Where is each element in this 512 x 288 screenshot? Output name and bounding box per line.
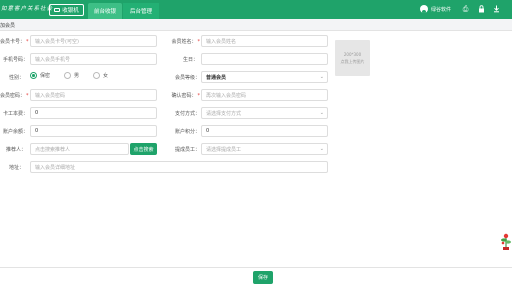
search-referrer-button[interactable]: 点击搜索 [130,143,157,155]
print-icon[interactable]: ⎙ [462,5,469,13]
points-label: 账户积分： [174,129,200,135]
gender-option-secret[interactable]: 保密 [30,72,50,79]
phone-label: 手机号码： [2,57,28,63]
store-name: 绿谷软件 [431,6,452,13]
address-input[interactable]: 输入会员详细地址 [30,161,328,173]
cashier-button[interactable]: 收银机 [49,4,84,16]
gender-option-male[interactable]: 男 [64,72,79,79]
payment-label: 支付方式： [174,111,200,117]
card-fee-input[interactable]: 0 [30,107,157,119]
card-no-label: 会员卡号：* [0,39,29,45]
page-title: 加会员 [0,23,16,29]
referrer-label: 推荐人： [5,147,26,153]
lock-icon[interactable] [478,5,485,13]
photo-size: 200*300 [343,52,362,57]
chevron-down-icon: ⌄ [319,74,324,80]
card-fee-label: 卡工本费： [2,111,28,117]
store-account[interactable]: 绿谷软件 [420,5,451,13]
cashier-icon [54,8,61,12]
birthday-label: 生日： [182,57,198,63]
photo-upload[interactable]: 200*300 点我上传图片 [335,40,370,76]
radio-checked-icon [30,72,37,79]
level-select[interactable]: 普通会员 ⌄ [201,71,328,83]
top-navbar: 如意客户关系社会 收银机 前台收银 后台管理 绿谷软件 ⎙ [0,0,512,19]
points-input[interactable]: 0 [201,125,328,137]
tab-back-office[interactable]: 后台管理 [123,3,159,19]
staff-label: 提成员工： [174,147,200,153]
birthday-input[interactable] [201,53,328,65]
save-button[interactable]: 保存 [253,271,273,284]
radio-icon [93,72,101,79]
level-label: 会员等级： [174,75,200,81]
address-label: 地址： [8,165,24,171]
payment-select[interactable]: 请选择支付方式 ⌄ [201,107,328,119]
plant-decoration-icon [501,233,511,250]
photo-hint: 点我上传图片 [340,59,365,64]
gender-option-female[interactable]: 女 [93,72,108,79]
password-label: 会员密码：* [0,93,29,99]
staff-select[interactable]: 请选择提成员工 ⌄ [201,143,328,155]
name-input[interactable]: 输入会员姓名 [201,35,328,47]
password-input[interactable]: 输入会员密码 [30,89,157,101]
card-no-input[interactable]: 输入会员卡号(可空) [30,35,157,47]
tab-front-cashier[interactable]: 前台收银 [88,3,122,19]
confirm-password-label: 确认密码：* [171,93,200,99]
avatar-icon [420,5,428,13]
cashier-label: 收银机 [62,8,79,14]
gender-label: 性别： [8,75,24,81]
brand-logo: 如意客户关系社会 [1,6,54,12]
balance-input[interactable]: 0 [30,125,157,137]
confirm-password-input[interactable]: 再次输入会员密码 [201,89,328,101]
name-label: 会员姓名：* [171,39,200,45]
phone-input[interactable]: 输入会员手机号 [30,53,157,65]
referrer-input[interactable]: 点击搜索推荐人 [30,143,129,155]
gender-radio-group: 保密 男 女 [30,72,122,79]
chevron-down-icon: ⌄ [319,146,324,152]
radio-icon [64,72,72,79]
download-icon[interactable] [493,5,500,13]
chevron-down-icon: ⌄ [319,110,324,116]
balance-label: 账户余额： [2,129,28,135]
